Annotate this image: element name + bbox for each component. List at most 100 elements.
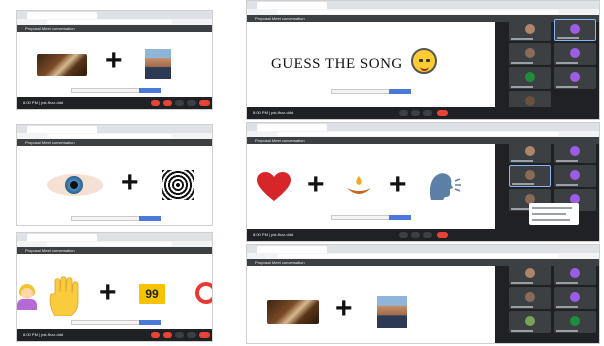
- more-button[interactable]: [187, 100, 196, 106]
- plus-sign: +: [105, 44, 123, 77]
- meeting-title: Proposal Meet conversation: [25, 26, 75, 31]
- browser-tabstrip: [247, 1, 599, 9]
- end-call-button[interactable]: [199, 100, 210, 106]
- camera-button[interactable]: [163, 332, 172, 338]
- participant-tile[interactable]: [509, 287, 551, 309]
- mic-button[interactable]: [151, 100, 160, 106]
- screenshot-2: Proposal Meet conversation GUESS THE SON…: [246, 0, 600, 120]
- browser-tab[interactable]: [257, 246, 327, 253]
- heart-icon: [257, 172, 291, 201]
- participant-tile[interactable]: [554, 19, 596, 41]
- participant-tile[interactable]: [509, 141, 551, 163]
- present-button[interactable]: [423, 110, 432, 116]
- camera-button[interactable]: [411, 110, 420, 116]
- caption-box[interactable]: [70, 320, 161, 325]
- browser-tab[interactable]: [257, 2, 327, 9]
- hundred-points-badge: 99: [139, 284, 165, 304]
- participant-grid: [509, 137, 597, 231]
- presentation-slide: +: [17, 32, 212, 99]
- participant-grid: [509, 15, 597, 113]
- more-button[interactable]: [187, 332, 196, 338]
- browser-tab[interactable]: [27, 234, 97, 241]
- presentation-slide: + 99: [17, 254, 212, 331]
- meeting-title: Proposal Meet conversation: [25, 248, 75, 253]
- end-call-button[interactable]: [437, 232, 448, 238]
- presentation-slide: + +: [247, 144, 495, 230]
- present-button[interactable]: [175, 100, 184, 106]
- meeting-title-bar: Proposal Meet conversation: [17, 25, 212, 32]
- participant-tile[interactable]: [554, 165, 596, 187]
- participant-tile[interactable]: [554, 311, 596, 333]
- participant-tile[interactable]: [509, 263, 551, 285]
- meet-control-bar: 8:00 PM | pst-fhzz-ddd: [17, 329, 212, 341]
- screenshot-5: Proposal Meet conversation + 99 8:00 PM …: [16, 232, 213, 342]
- red-ring-icon: [195, 282, 212, 304]
- screenshot-1: Proposal Meet conversation + 8:00 PM | p…: [16, 10, 213, 110]
- participant-grid: [509, 259, 597, 339]
- meet-control-bar: 8:00 PM | pst-fhzz-ddd: [247, 229, 599, 241]
- browser-tab[interactable]: [27, 12, 97, 19]
- headphones-emoji-icon: [411, 48, 437, 74]
- participant-tile[interactable]: [554, 263, 596, 285]
- caption-box[interactable]: [70, 88, 161, 93]
- presentation-slide: +: [247, 266, 495, 343]
- browser-tabstrip: [17, 233, 212, 241]
- browser-tabstrip: [247, 123, 599, 131]
- camera-button[interactable]: [163, 100, 172, 106]
- screenshot-6: Proposal Meet conversation +: [246, 244, 600, 344]
- caption-box[interactable]: [331, 89, 411, 94]
- browser-tab[interactable]: [257, 124, 327, 131]
- coffee-cup-photo: [267, 300, 319, 324]
- eye-icon: [47, 174, 103, 196]
- meeting-title: Proposal Meet conversation: [255, 260, 305, 265]
- mic-button[interactable]: [151, 332, 160, 338]
- meeting-title: Proposal Meet conversation: [255, 16, 305, 21]
- browser-tabstrip: [17, 11, 212, 19]
- present-button[interactable]: [175, 332, 184, 338]
- browser-tab[interactable]: [27, 126, 97, 133]
- plus-sign: +: [121, 166, 139, 199]
- mic-button[interactable]: [399, 110, 408, 116]
- plus-sign: +: [307, 168, 325, 201]
- participant-tile[interactable]: [509, 311, 551, 333]
- plus-sign: +: [335, 292, 353, 325]
- participant-tile[interactable]: [554, 287, 596, 309]
- participant-tile[interactable]: [509, 19, 551, 41]
- meeting-title-bar: Proposal Meet conversation: [17, 139, 212, 146]
- plus-sign: +: [389, 168, 407, 201]
- plus-sign: +: [99, 276, 117, 309]
- end-call-button[interactable]: [437, 110, 448, 116]
- diya-lamp-icon: [347, 176, 371, 194]
- meeting-time: 8:00 PM | pst-fhzz-ddd: [253, 110, 294, 115]
- camera-button[interactable]: [411, 232, 420, 238]
- end-call-button[interactable]: [199, 332, 210, 338]
- screenshot-4: Proposal Meet conversation + + 8:00 PM |…: [246, 122, 600, 242]
- participant-tile[interactable]: [554, 43, 596, 65]
- participant-tile[interactable]: [554, 67, 596, 89]
- actor-portrait-photo: [377, 296, 407, 328]
- slide-title: GUESS THE SONG: [271, 56, 403, 72]
- presentation-slide: +: [17, 146, 212, 225]
- meeting-title: Proposal Meet conversation: [255, 138, 305, 143]
- actor-portrait-photo: [145, 49, 171, 79]
- meeting-title-bar: Proposal Meet conversation: [17, 247, 212, 254]
- browser-tabstrip: [247, 245, 599, 253]
- screenshot-3: Proposal Meet conversation +: [16, 124, 213, 226]
- participant-tile[interactable]: [509, 43, 551, 65]
- browser-tabstrip: [17, 125, 212, 133]
- caption-box[interactable]: [70, 216, 161, 221]
- present-button[interactable]: [423, 232, 432, 238]
- speaking-head-icon: [429, 173, 461, 200]
- participant-tile[interactable]: [509, 165, 551, 187]
- meeting-title: Proposal Meet conversation: [25, 140, 75, 145]
- raised-hand-icon: [49, 276, 79, 316]
- meeting-time: 8:00 PM | pst-fhzz-ddd: [253, 232, 294, 237]
- caption-box[interactable]: [331, 215, 411, 220]
- mic-button[interactable]: [399, 232, 408, 238]
- participant-tile[interactable]: [554, 141, 596, 163]
- hypnotic-spiral-icon: [162, 170, 194, 200]
- meet-control-bar: 8:00 PM | pst-fhzz-ddd: [17, 97, 212, 109]
- participant-tile[interactable]: [509, 67, 551, 89]
- coffee-cup-photo: [37, 54, 87, 76]
- chat-popup[interactable]: [529, 203, 579, 225]
